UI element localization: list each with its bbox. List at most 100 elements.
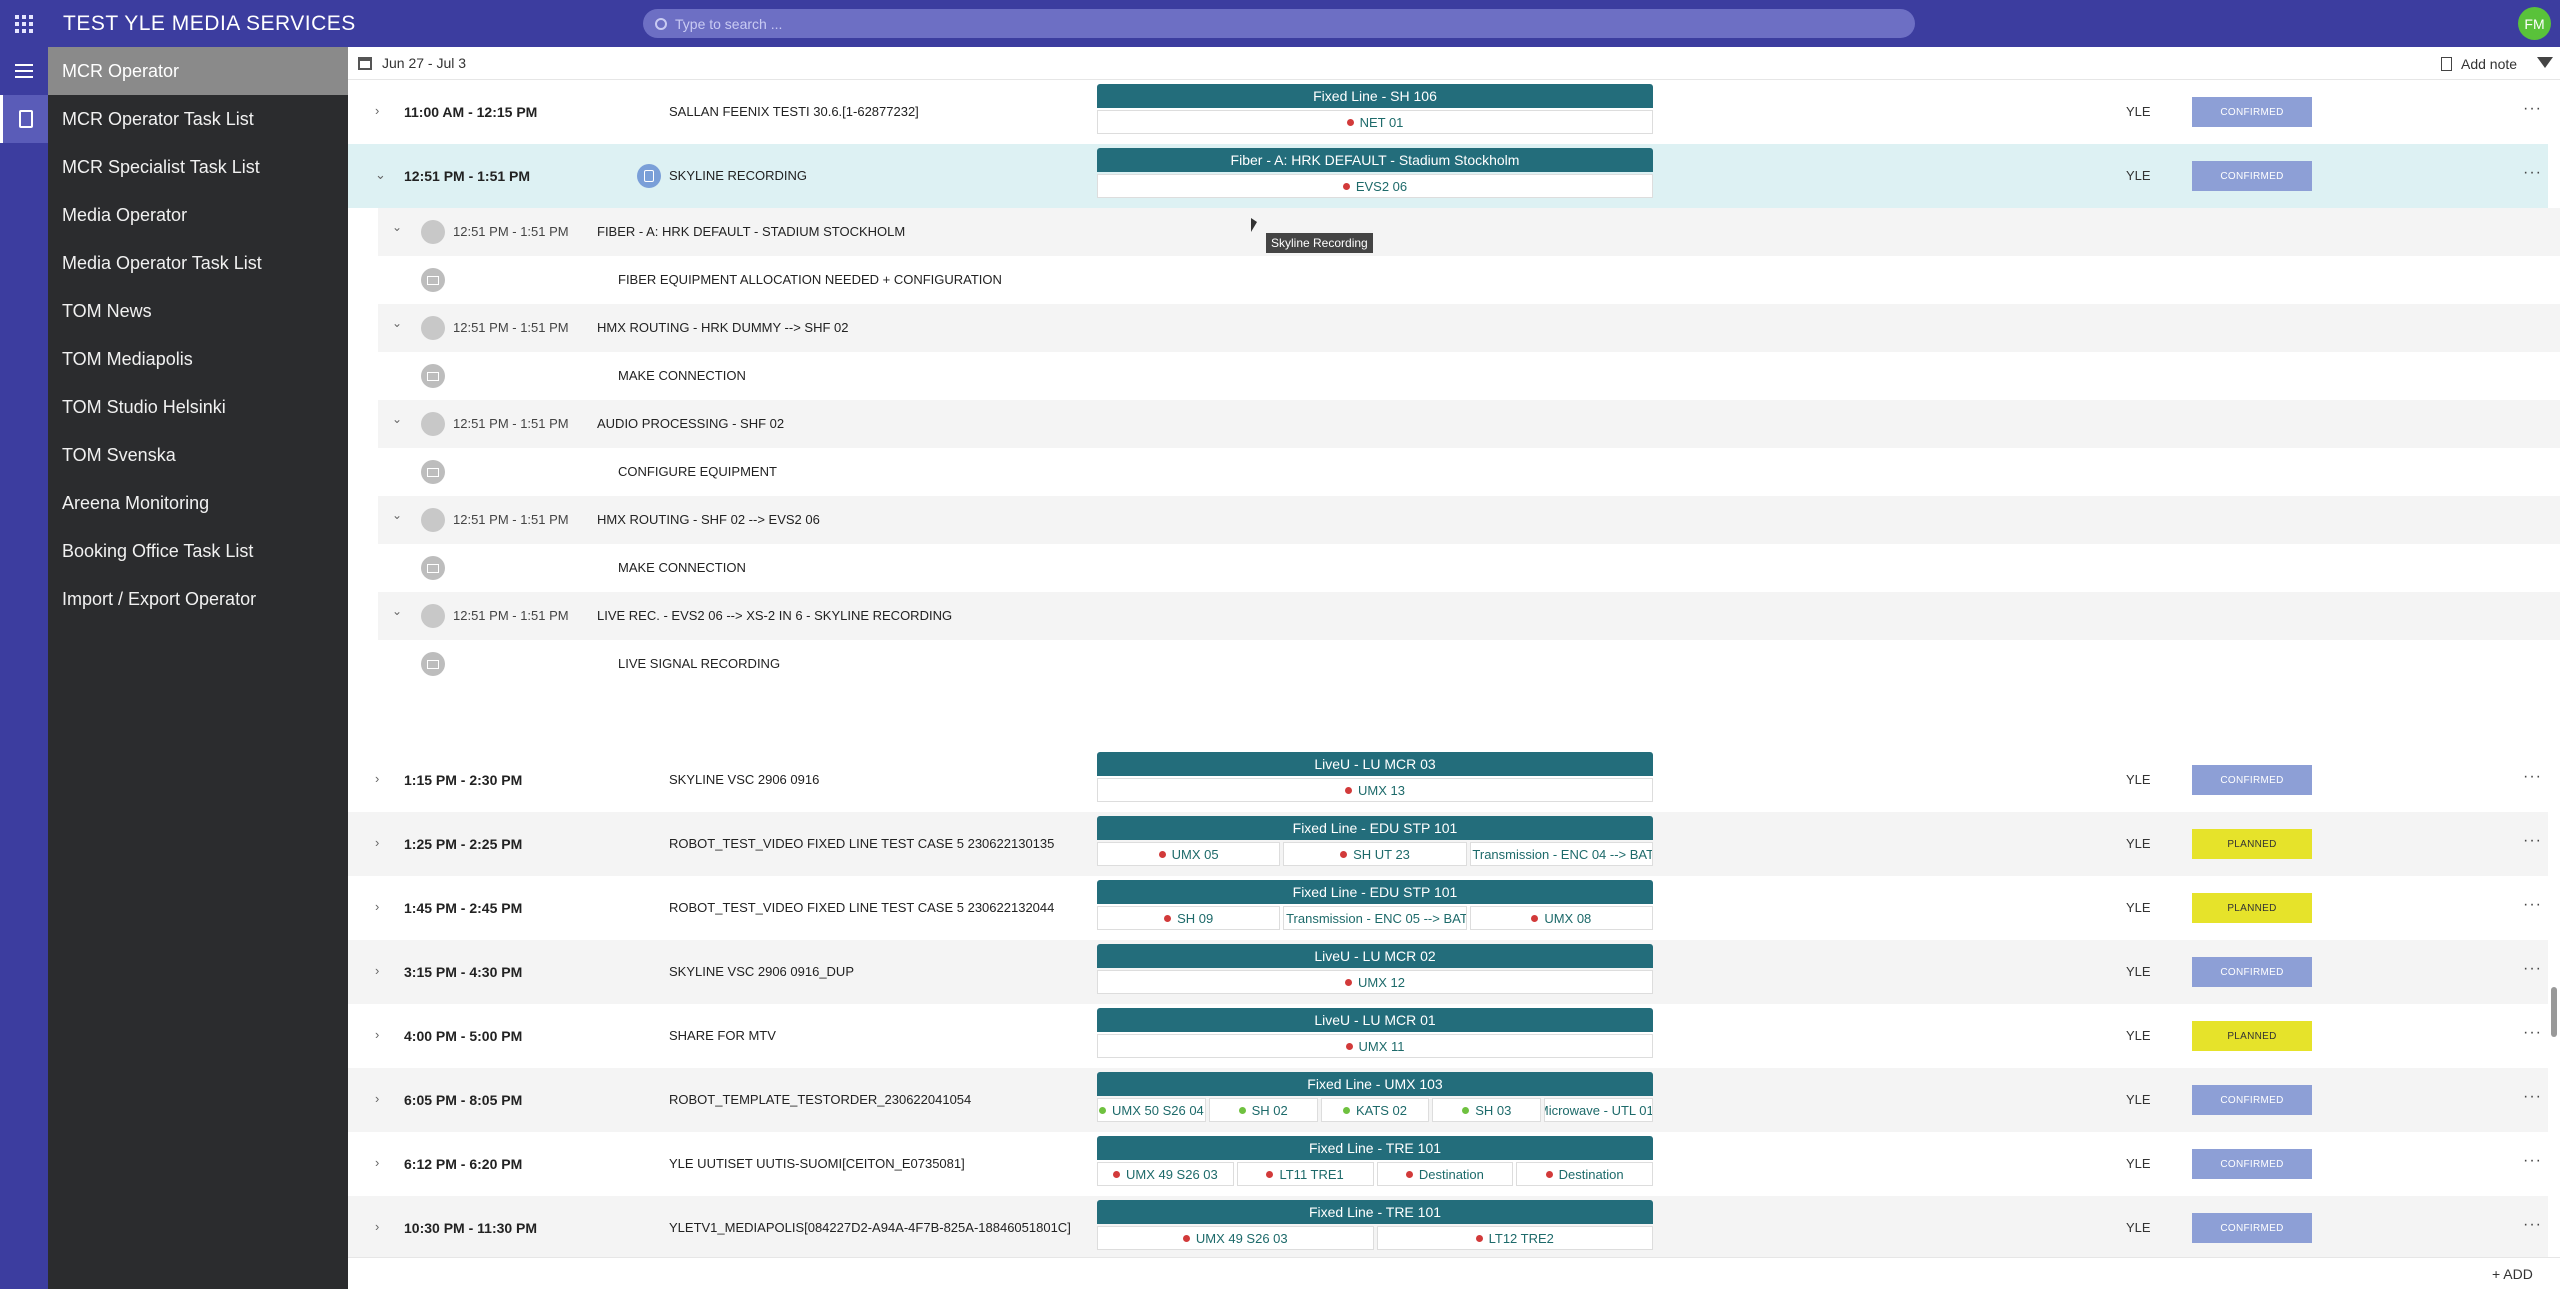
scrollbar[interactable]: [2551, 987, 2557, 1037]
resource-chip[interactable]: SH 02: [1208, 1098, 1318, 1122]
sidebar-item[interactable]: TOM News: [48, 287, 348, 335]
task-row[interactable]: MAKE CONNECTION: [378, 544, 2560, 592]
resource-chip[interactable]: Microwave - UTL 01-1: [1544, 1098, 1653, 1122]
subtask-row[interactable]: ⌄ 12:51 PM - 1:51 PM HMX ROUTING - HRK DUM…: [378, 304, 2560, 352]
task-row[interactable]: CONFIGURE EQUIPMENT: [378, 448, 2560, 496]
chevron-right-icon[interactable]: ›: [375, 1092, 389, 1106]
row-title[interactable]: SKYLINE VSC 2906 0916_DUP: [669, 964, 854, 979]
subtask-title[interactable]: HMX ROUTING - SHF 02 --> EVS2 06: [597, 512, 820, 527]
status-badge[interactable]: PLANNED: [2192, 893, 2312, 923]
sidebar-item[interactable]: Media Operator Task List: [48, 239, 348, 287]
add-note-button[interactable]: Add note: [2441, 56, 2517, 72]
status-badge[interactable]: CONFIRMED: [2192, 161, 2312, 191]
status-badge[interactable]: PLANNED: [2192, 1021, 2312, 1051]
row-title[interactable]: SKYLINE VSC 2906 0916: [669, 772, 819, 787]
table-row[interactable]: › 10:30 PM - 11:30 PM YLETV1_MEDIAPOLIS[08…: [348, 1196, 2548, 1257]
more-options-icon[interactable]: ···: [2523, 1152, 2542, 1170]
row-title[interactable]: ROBOT_TEST_VIDEO FIXED LINE TEST CASE 5 …: [669, 836, 1054, 851]
search-input[interactable]: Type to search ...: [643, 9, 1915, 38]
chevron-down-icon[interactable]: ⌄: [392, 508, 402, 522]
task-title[interactable]: FIBER EQUIPMENT ALLOCATION NEEDED + CONF…: [618, 272, 1002, 287]
chevron-right-icon[interactable]: ›: [375, 900, 389, 914]
resource-chip[interactable]: UMX 49 S26 03: [1097, 1162, 1234, 1186]
sidebar-item[interactable]: MCR Operator: [48, 47, 348, 95]
tools-icon[interactable]: [0, 95, 48, 143]
subtask-row[interactable]: ⌄ 12:51 PM - 1:51 PM HMX ROUTING - SHF 02 …: [378, 496, 2560, 544]
subtask-title[interactable]: LIVE REC. - EVS2 06 --> XS-2 IN 6 - SKYL…: [597, 608, 952, 623]
sidebar-item[interactable]: TOM Studio Helsinki: [48, 383, 348, 431]
resource-head[interactable]: LiveU - LU MCR 03: [1097, 752, 1653, 776]
status-badge[interactable]: CONFIRMED: [2192, 1149, 2312, 1179]
task-row[interactable]: LIVE SIGNAL RECORDING: [378, 640, 2560, 688]
resource-chip[interactable]: SH 09: [1097, 906, 1281, 930]
app-launcher-icon[interactable]: [0, 0, 47, 47]
task-title[interactable]: MAKE CONNECTION: [618, 560, 746, 575]
row-title[interactable]: ROBOT_TEST_VIDEO FIXED LINE TEST CASE 5 …: [669, 900, 1054, 915]
row-title[interactable]: SHARE FOR MTV: [669, 1028, 776, 1043]
resource-head[interactable]: Fixed Line - TRE 101: [1097, 1136, 1653, 1160]
sidebar-item[interactable]: TOM Mediapolis: [48, 335, 348, 383]
resource-block[interactable]: Fixed Line - TRE 101 UMX 49 S26 03 LT12 TR…: [1097, 1200, 1653, 1250]
chevron-right-icon[interactable]: ›: [375, 104, 389, 118]
table-row[interactable]: › 4:00 PM - 5:00 PM SHARE FOR MTV LiveU - L…: [348, 1004, 2548, 1068]
status-badge[interactable]: CONFIRMED: [2192, 765, 2312, 795]
resource-chip[interactable]: SH 03: [1432, 1098, 1542, 1122]
chevron-right-icon[interactable]: ›: [375, 1156, 389, 1170]
sidebar-item[interactable]: Media Operator: [48, 191, 348, 239]
status-badge[interactable]: CONFIRMED: [2192, 957, 2312, 987]
chevron-down-icon[interactable]: ⌄: [375, 168, 389, 182]
more-options-icon[interactable]: ···: [2523, 1024, 2542, 1042]
add-button[interactable]: + ADD: [2492, 1266, 2533, 1282]
status-badge[interactable]: PLANNED: [2192, 829, 2312, 859]
hamburger-menu-icon[interactable]: [0, 47, 48, 95]
resource-chip[interactable]: LT12 TRE2: [1376, 1226, 1653, 1250]
task-title[interactable]: MAKE CONNECTION: [618, 368, 746, 383]
sidebar-item[interactable]: Import / Export Operator: [48, 575, 348, 623]
resource-block[interactable]: Fixed Line - TRE 101 UMX 49 S26 03 LT11 TR…: [1097, 1136, 1653, 1186]
resource-chip[interactable]: Satellite Transmission - ENC 04 --> BAT …: [1469, 842, 1653, 866]
subtask-row[interactable]: ⌄ 12:51 PM - 1:51 PM AUDIO PROCESSING - SH…: [378, 400, 2560, 448]
row-title[interactable]: SALLAN FEENIX TESTI 30.6.[1-62877232]: [669, 104, 919, 119]
table-row[interactable]: › 1:25 PM - 2:25 PM ROBOT_TEST_VIDEO FIXED…: [348, 812, 2548, 876]
resource-chip[interactable]: Destination: [1376, 1162, 1514, 1186]
chevron-down-icon[interactable]: ⌄: [392, 604, 402, 618]
resource-chip[interactable]: UMX 11: [1097, 1034, 1653, 1058]
table-row[interactable]: › 1:15 PM - 2:30 PM SKYLINE VSC 2906 0916 L…: [348, 748, 2548, 812]
resource-head[interactable]: LiveU - LU MCR 02: [1097, 944, 1653, 968]
task-row[interactable]: MAKE CONNECTION: [378, 352, 2560, 400]
more-options-icon[interactable]: ···: [2523, 1088, 2542, 1106]
row-title[interactable]: ROBOT_TEMPLATE_TESTORDER_230622041054: [669, 1092, 971, 1107]
filter-icon[interactable]: [2537, 57, 2553, 68]
chevron-right-icon[interactable]: ›: [375, 964, 389, 978]
chevron-down-icon[interactable]: ⌄: [392, 220, 402, 234]
resource-chip[interactable]: UMX 50 S26 04: [1097, 1098, 1206, 1122]
resource-block[interactable]: Fixed Line - EDU STP 101 SH 09 Satellite T…: [1097, 880, 1653, 930]
resource-block[interactable]: Fixed Line - EDU STP 101 UMX 05 SH UT 23 Sa…: [1097, 816, 1653, 866]
resource-block[interactable]: Fiber - A: HRK DEFAULT - Stadium Stockho…: [1097, 148, 1653, 198]
resource-chip[interactable]: Destination: [1516, 1162, 1653, 1186]
task-row[interactable]: FIBER EQUIPMENT ALLOCATION NEEDED + CONF…: [378, 256, 2560, 304]
row-title[interactable]: YLETV1_MEDIAPOLIS[084227D2-A94A-4F7B-825…: [669, 1220, 1071, 1235]
resource-head[interactable]: LiveU - LU MCR 01: [1097, 1008, 1653, 1032]
more-options-icon[interactable]: ···: [2523, 768, 2542, 786]
resource-chip[interactable]: UMX 12: [1097, 970, 1653, 994]
date-range[interactable]: Jun 27 - Jul 3: [382, 55, 466, 71]
task-title[interactable]: CONFIGURE EQUIPMENT: [618, 464, 777, 479]
resource-chip[interactable]: UMX 13: [1097, 778, 1653, 802]
status-badge[interactable]: CONFIRMED: [2192, 97, 2312, 127]
row-title[interactable]: SKYLINE RECORDING: [669, 168, 807, 183]
status-badge[interactable]: CONFIRMED: [2192, 1213, 2312, 1243]
resource-chip[interactable]: Satellite Transmission - ENC 05 --> BAT …: [1283, 906, 1467, 930]
sidebar-item[interactable]: Areena Monitoring: [48, 479, 348, 527]
resource-head[interactable]: Fixed Line - EDU STP 101: [1097, 816, 1653, 840]
resource-head[interactable]: Fixed Line - SH 106: [1097, 84, 1653, 108]
task-title[interactable]: LIVE SIGNAL RECORDING: [618, 656, 780, 671]
resource-chip[interactable]: UMX 49 S26 03: [1097, 1226, 1374, 1250]
table-row[interactable]: › 6:05 PM - 8:05 PM ROBOT_TEMPLATE_TESTORD…: [348, 1068, 2548, 1132]
resource-head[interactable]: Fixed Line - UMX 103: [1097, 1072, 1653, 1096]
table-row[interactable]: › 1:45 PM - 2:45 PM ROBOT_TEST_VIDEO FIXED…: [348, 876, 2548, 940]
chevron-right-icon[interactable]: ›: [375, 772, 389, 786]
subtask-row[interactable]: ⌄ 12:51 PM - 1:51 PM LIVE REC. - EVS2 06 -…: [378, 592, 2560, 640]
chevron-right-icon[interactable]: ›: [375, 836, 389, 850]
sidebar-item[interactable]: MCR Specialist Task List: [48, 143, 348, 191]
